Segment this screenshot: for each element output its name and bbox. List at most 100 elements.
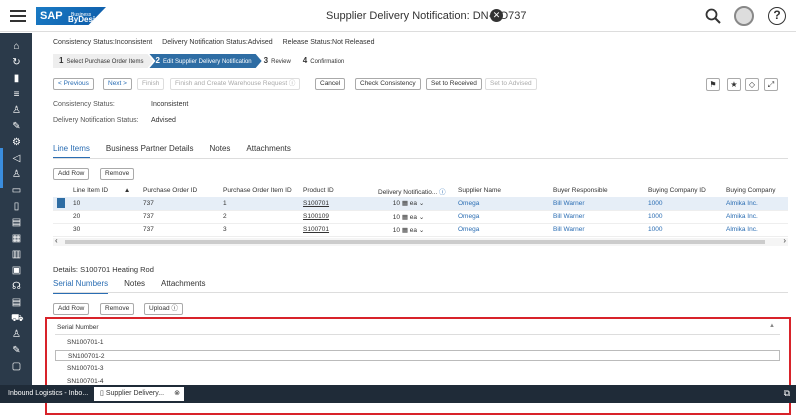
user-icon[interactable]: ♙ <box>11 329 22 340</box>
chart-icon[interactable]: ▮ <box>11 73 22 84</box>
avatar[interactable] <box>734 6 754 26</box>
person-icon[interactable]: ♙ <box>11 105 22 116</box>
list-icon[interactable]: ≡ <box>11 89 22 100</box>
col-buyer-responsible[interactable]: Buyer Responsible <box>549 184 644 197</box>
next-button[interactable]: Next > <box>103 78 132 90</box>
finish-button[interactable]: Finish <box>137 78 165 90</box>
cancel-button[interactable]: Cancel <box>315 78 346 90</box>
scrollbar-thumb[interactable] <box>65 240 765 244</box>
cell-product-link[interactable]: S100701 <box>299 223 374 237</box>
cell-company-link[interactable]: Almika Inc. <box>722 210 788 224</box>
group-icon[interactable]: ♙ <box>11 169 22 180</box>
task-icon[interactable]: ▣ <box>11 265 22 276</box>
cell-supplier-link[interactable]: Omega <box>454 210 549 224</box>
finish-warehouse-button[interactable]: Finish and Create Warehouse Request ⓘ <box>170 78 301 90</box>
col-line-item-id[interactable]: Line Item ID ▲ <box>69 184 139 197</box>
eraser-icon[interactable]: ◇ <box>745 78 759 91</box>
tab-attachments[interactable]: Attachments <box>246 144 290 159</box>
info-icon[interactable]: ⓘ <box>439 189 446 196</box>
refresh-icon[interactable]: ↻ <box>11 57 22 68</box>
list-item[interactable]: SN100701-2 <box>55 350 780 361</box>
col-delivery-notification[interactable]: Delivery Notificatio... ⓘ <box>374 184 454 197</box>
col-buying-company-id[interactable]: Buying Company ID <box>644 184 722 197</box>
col-po-id[interactable]: Purchase Order ID <box>139 184 219 197</box>
cell-supplier-link[interactable]: Omega <box>454 197 549 211</box>
headset-icon[interactable]: ☊ <box>11 281 22 292</box>
cell-quantity[interactable]: 10 ▦ ea ⌄ <box>374 210 454 224</box>
calculator-icon[interactable]: ▦ <box>402 214 408 221</box>
col-supplier-name[interactable]: Supplier Name <box>454 184 549 197</box>
row-selector[interactable] <box>53 197 69 211</box>
upload-button[interactable]: Upload ⓘ <box>144 303 183 315</box>
flag-icon[interactable]: ⚑ <box>706 78 720 91</box>
check-consistency-button[interactable]: Check Consistency <box>355 78 421 90</box>
list-item[interactable]: SN100701-3 <box>55 363 780 374</box>
serial-add-row-button[interactable]: Add Row <box>53 303 90 315</box>
tab-business-partner[interactable]: Business Partner Details <box>106 144 194 159</box>
cell-supplier-link[interactable]: Omega <box>454 223 549 237</box>
table-row[interactable]: 10 737 1 S100701 10 ▦ ea ⌄ Omega Bill Wa… <box>53 197 788 211</box>
step-1[interactable]: 1 Select Purchase Order Items <box>53 54 153 68</box>
report-icon[interactable]: ▦ <box>11 233 22 244</box>
calculator-icon[interactable]: ▦ <box>402 227 408 234</box>
cell-quantity[interactable]: 10 ▦ ea ⌄ <box>374 197 454 211</box>
home-icon[interactable]: ⌂ <box>11 41 22 52</box>
row-selector[interactable] <box>53 210 69 224</box>
previous-button[interactable]: < Previous <box>53 78 94 90</box>
remove-button[interactable]: Remove <box>100 168 135 180</box>
settings-icon[interactable]: ⚙ <box>11 137 22 148</box>
row-selector[interactable] <box>53 223 69 237</box>
cell-company-link[interactable]: Almika Inc. <box>722 197 788 211</box>
set-advised-button[interactable]: Set to Advised <box>485 78 537 90</box>
clipboard-icon[interactable]: ▤ <box>11 217 22 228</box>
car-icon[interactable]: ⛟ <box>11 313 24 324</box>
horizontal-scrollbar[interactable]: ‹ › <box>53 236 788 246</box>
chevron-down-icon[interactable]: ⌄ <box>419 200 424 207</box>
col-po-item-id[interactable]: Purchase Order Item ID <box>219 184 299 197</box>
cell-buyer-link[interactable]: Bill Warner <box>549 197 644 211</box>
cell-quantity[interactable]: 10 ▦ ea ⌄ <box>374 223 454 237</box>
sort-icon[interactable]: ▲ <box>124 187 130 194</box>
cell-company-id-link[interactable]: 1000 <box>644 210 722 224</box>
search-icon[interactable] <box>705 8 721 24</box>
calculator-icon[interactable]: ▦ <box>402 200 408 207</box>
set-received-button[interactable]: Set to Received <box>426 78 482 90</box>
close-icon[interactable]: ✕ <box>490 9 503 22</box>
serial-remove-button[interactable]: Remove <box>100 303 135 315</box>
document-icon[interactable]: ▯ <box>11 201 22 212</box>
scroll-right-icon[interactable]: › <box>783 236 786 245</box>
edit-icon[interactable]: ✎ <box>11 345 22 356</box>
cell-product-link[interactable]: S100109 <box>299 210 374 224</box>
serial-header[interactable]: Serial Number <box>57 324 99 331</box>
star-icon[interactable]: ★ <box>727 78 741 91</box>
tab-notes[interactable]: Notes <box>210 144 231 159</box>
col-buying-company[interactable]: Buying Company <box>722 184 788 197</box>
cell-product-link[interactable]: S100701 <box>299 197 374 211</box>
add-row-button[interactable]: Add Row <box>53 168 90 180</box>
cell-company-id-link[interactable]: 1000 <box>644 197 722 211</box>
chevron-down-icon[interactable]: ⌄ <box>419 227 424 234</box>
user-edit-icon[interactable]: ✎ <box>11 121 22 132</box>
chart-doc-icon[interactable]: ▥ <box>11 249 22 260</box>
id-card-icon[interactable]: ▭ <box>11 185 22 196</box>
list-item[interactable]: SN100701-1 <box>55 337 780 348</box>
tab-line-items[interactable]: Line Items <box>53 144 90 159</box>
cell-company-id-link[interactable]: 1000 <box>644 223 722 237</box>
cell-company-link[interactable]: Almika Inc. <box>722 223 788 237</box>
step-4[interactable]: 4 Confirmation <box>297 54 354 68</box>
menu-icon[interactable] <box>10 10 26 22</box>
col-product-id[interactable]: Product ID <box>299 184 374 197</box>
step-2[interactable]: 2 Edit Supplier Delivery Notification <box>149 54 261 68</box>
sort-icon[interactable]: ▲ <box>769 323 775 329</box>
chevron-down-icon[interactable]: ⌄ <box>419 214 424 221</box>
cell-buyer-link[interactable]: Bill Warner <box>549 223 644 237</box>
step-3[interactable]: 3 Review <box>258 54 301 68</box>
megaphone-icon[interactable]: ◁ <box>11 153 22 164</box>
cell-buyer-link[interactable]: Bill Warner <box>549 210 644 224</box>
taskbar-item-supplier[interactable]: ▯ Supplier Delivery... ⊗ <box>94 387 184 401</box>
window-icon[interactable]: ⧉ <box>784 388 790 399</box>
table-row[interactable]: 20 737 2 S100109 10 ▦ ea ⌄ Omega Bill Wa… <box>53 210 788 224</box>
scroll-left-icon[interactable]: ‹ <box>55 236 58 245</box>
expand-icon[interactable]: ⤢ <box>764 78 778 91</box>
help-icon[interactable]: ? <box>768 7 786 25</box>
